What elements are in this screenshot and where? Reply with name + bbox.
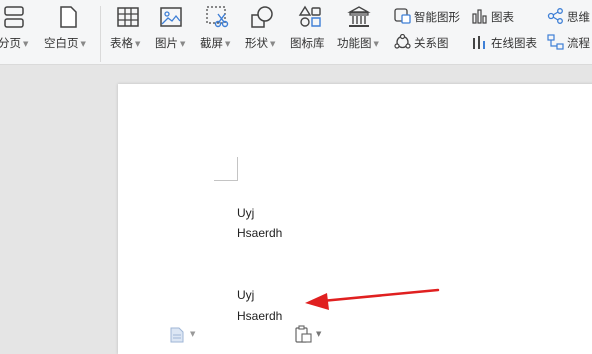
red-arrow-annotation bbox=[305, 288, 440, 310]
chevron-down-icon: ▼ bbox=[316, 330, 322, 338]
chevron-down-icon: ▼ bbox=[190, 330, 196, 338]
paste-options-button[interactable]: ▼ bbox=[170, 327, 200, 343]
clipboard-icon bbox=[295, 325, 312, 343]
document-icon bbox=[170, 327, 184, 343]
clipboard-options-button[interactable]: ▼ bbox=[294, 325, 326, 343]
